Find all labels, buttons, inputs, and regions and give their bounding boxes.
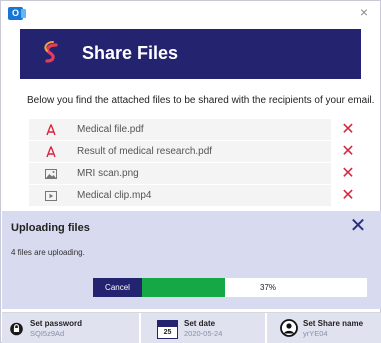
attached-file-list: Medical file.pdf ✕ Result of medical res… (29, 119, 365, 207)
remove-file-button[interactable]: ✕ (331, 141, 365, 163)
password-value: SQI5z9Ad (30, 329, 65, 338)
upload-status-text: 4 files are uploading. (11, 248, 85, 257)
video-icon (45, 191, 57, 201)
file-name: Medical file.pdf (77, 124, 144, 135)
share-logo-icon (44, 41, 58, 63)
set-password-option[interactable]: Set password SQI5z9Ad (2, 313, 139, 343)
pdf-icon (46, 146, 56, 158)
intro-text: Below you find the attached files to be … (27, 95, 375, 106)
progress-percent-text: 37% (260, 283, 277, 292)
user-icon (280, 319, 298, 337)
remove-file-button[interactable]: ✕ (331, 185, 365, 207)
pdf-icon (46, 124, 56, 136)
set-date-option[interactable]: 25 Set date 2020-05-24 (141, 313, 265, 343)
upload-title: Uploading files (11, 222, 90, 234)
file-name: Medical clip.mp4 (77, 190, 152, 201)
image-icon (45, 169, 57, 179)
title-bar: O × (1, 1, 380, 29)
set-share-name-option[interactable]: Set Share name yrYE04 (267, 313, 381, 343)
share-files-header: Share Files (20, 29, 361, 79)
progress-fill (142, 278, 226, 297)
share-files-window: O × Share Files Below you find the attac… (0, 0, 381, 343)
calendar-icon: 25 (157, 320, 178, 339)
window-close-button[interactable]: × (356, 4, 372, 20)
file-row: Result of medical research.pdf ✕ (29, 141, 365, 163)
remove-file-button[interactable]: ✕ (331, 163, 365, 185)
page-title: Share Files (82, 43, 179, 63)
set-share-name-label: Set Share name (303, 319, 364, 328)
calendar-day: 25 (157, 326, 178, 339)
upload-progress-bar: 37% (142, 278, 367, 297)
file-row: MRI scan.png ✕ (29, 163, 365, 185)
close-upload-panel-button[interactable]: ✕ (347, 215, 369, 237)
set-password-label: Set password (30, 319, 83, 328)
lock-icon (10, 322, 23, 336)
set-date-label: Set date (184, 319, 216, 328)
share-options-bar: Set password SQI5z9Ad 25 Set date 2020-0… (2, 312, 381, 343)
date-value: 2020-05-24 (184, 329, 223, 338)
remove-file-button[interactable]: ✕ (331, 119, 365, 141)
upload-progress-panel: Uploading files ✕ 4 files are uploading.… (2, 211, 381, 309)
file-row: Medical file.pdf ✕ (29, 119, 365, 141)
share-name-value: yrYE04 (303, 329, 328, 338)
outlook-app-icon: O (8, 7, 26, 20)
file-name: MRI scan.png (77, 168, 139, 179)
file-row: Medical clip.mp4 ✕ (29, 185, 365, 207)
cancel-upload-button[interactable]: Cancel (93, 278, 142, 297)
file-name: Result of medical research.pdf (77, 146, 213, 157)
